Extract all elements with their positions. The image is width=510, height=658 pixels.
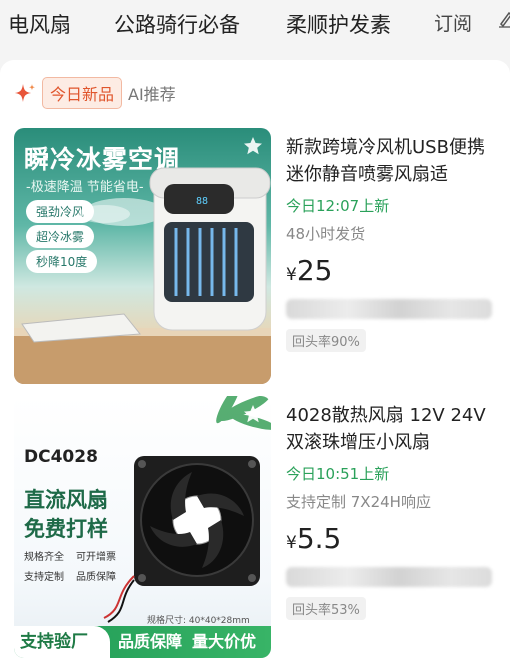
star-icon[interactable] [243,136,263,156]
blurred-seller-info [286,299,492,319]
product-price: ¥25 [286,254,502,287]
repeat-purchase-badge: 回头率53% [286,597,366,620]
tab-ai-recommend[interactable]: AI推荐 [128,81,176,105]
category-tab-electric-fan[interactable]: 电风扇 [8,9,71,39]
product-new-time: 今日10:51上新 [286,465,390,483]
category-tab-road-cycling[interactable]: 公路骑行必备 [114,9,240,39]
price-currency: ¥ [286,533,297,553]
price-value: 5.5 [296,522,342,555]
product-image-cooler[interactable]: 瞬冷冰雾空调 -极速降温 节能省电- 强劲冷风 超冷冰雾 秒降10度 88 [14,128,271,384]
product-price: ¥5.5 [286,522,502,555]
product-new-time: 今日12:07上新 [286,197,390,215]
category-tab-conditioner[interactable]: 柔顺护发素 [286,9,391,39]
category-tab-bar: 电风扇 公路骑行必备 柔顺护发素 订阅 [0,0,510,50]
price-currency: ¥ [286,265,297,285]
product-info-2[interactable]: 4028散热风扇 12V 24V双滚珠增压小风扇 今日10:51上新 支持定制 … [286,402,502,620]
blurred-seller-info [286,567,492,587]
tab-new-today[interactable]: 今日新品 [42,77,123,109]
product-feed-card: 今日新品 AI推荐 瞬冷冰雾空调 -极速降温 节能省电- 强劲冷风 超冷冰雾 秒… [0,60,510,658]
product-service: 支持定制 7X24H响应 [286,493,431,511]
sparkle-icon [15,84,35,102]
edit-icon [499,11,510,28]
product-title: 4028散热风扇 12V 24V双滚珠增压小风扇 [286,405,486,453]
image-banner-left: 支持验厂 [14,626,110,658]
subscribe-button[interactable]: 订阅 [428,9,510,36]
product-image-dc-fan[interactable]: DC4028 直流风扇 免费打样 规格齐全 可开增票 支持定制 品质保障 规格尺… [14,396,271,658]
image-banner-mid: 品质保障 [118,632,183,651]
air-cooler-illustration: 88 [14,167,271,384]
feed-tabs: 今日新品 AI推荐 [14,77,176,109]
product-title: 新款跨境冷风机USB便携迷你静音喷雾风扇适 [286,137,485,185]
subscribe-label: 订阅 [434,13,473,35]
product-shipping: 48小时发货 [286,225,366,243]
image-banner-right: 量大价优 [192,632,257,651]
svg-text:88: 88 [196,196,208,207]
repeat-purchase-badge: 回头率90% [286,329,366,352]
price-value: 25 [296,254,333,287]
star-icon[interactable] [243,404,263,424]
product-info-1[interactable]: 新款跨境冷风机USB便携迷你静音喷雾风扇适 今日12:07上新 48小时发货 ¥… [286,134,502,352]
image-spec: 规格尺寸: 40*40*28mm [147,616,250,626]
